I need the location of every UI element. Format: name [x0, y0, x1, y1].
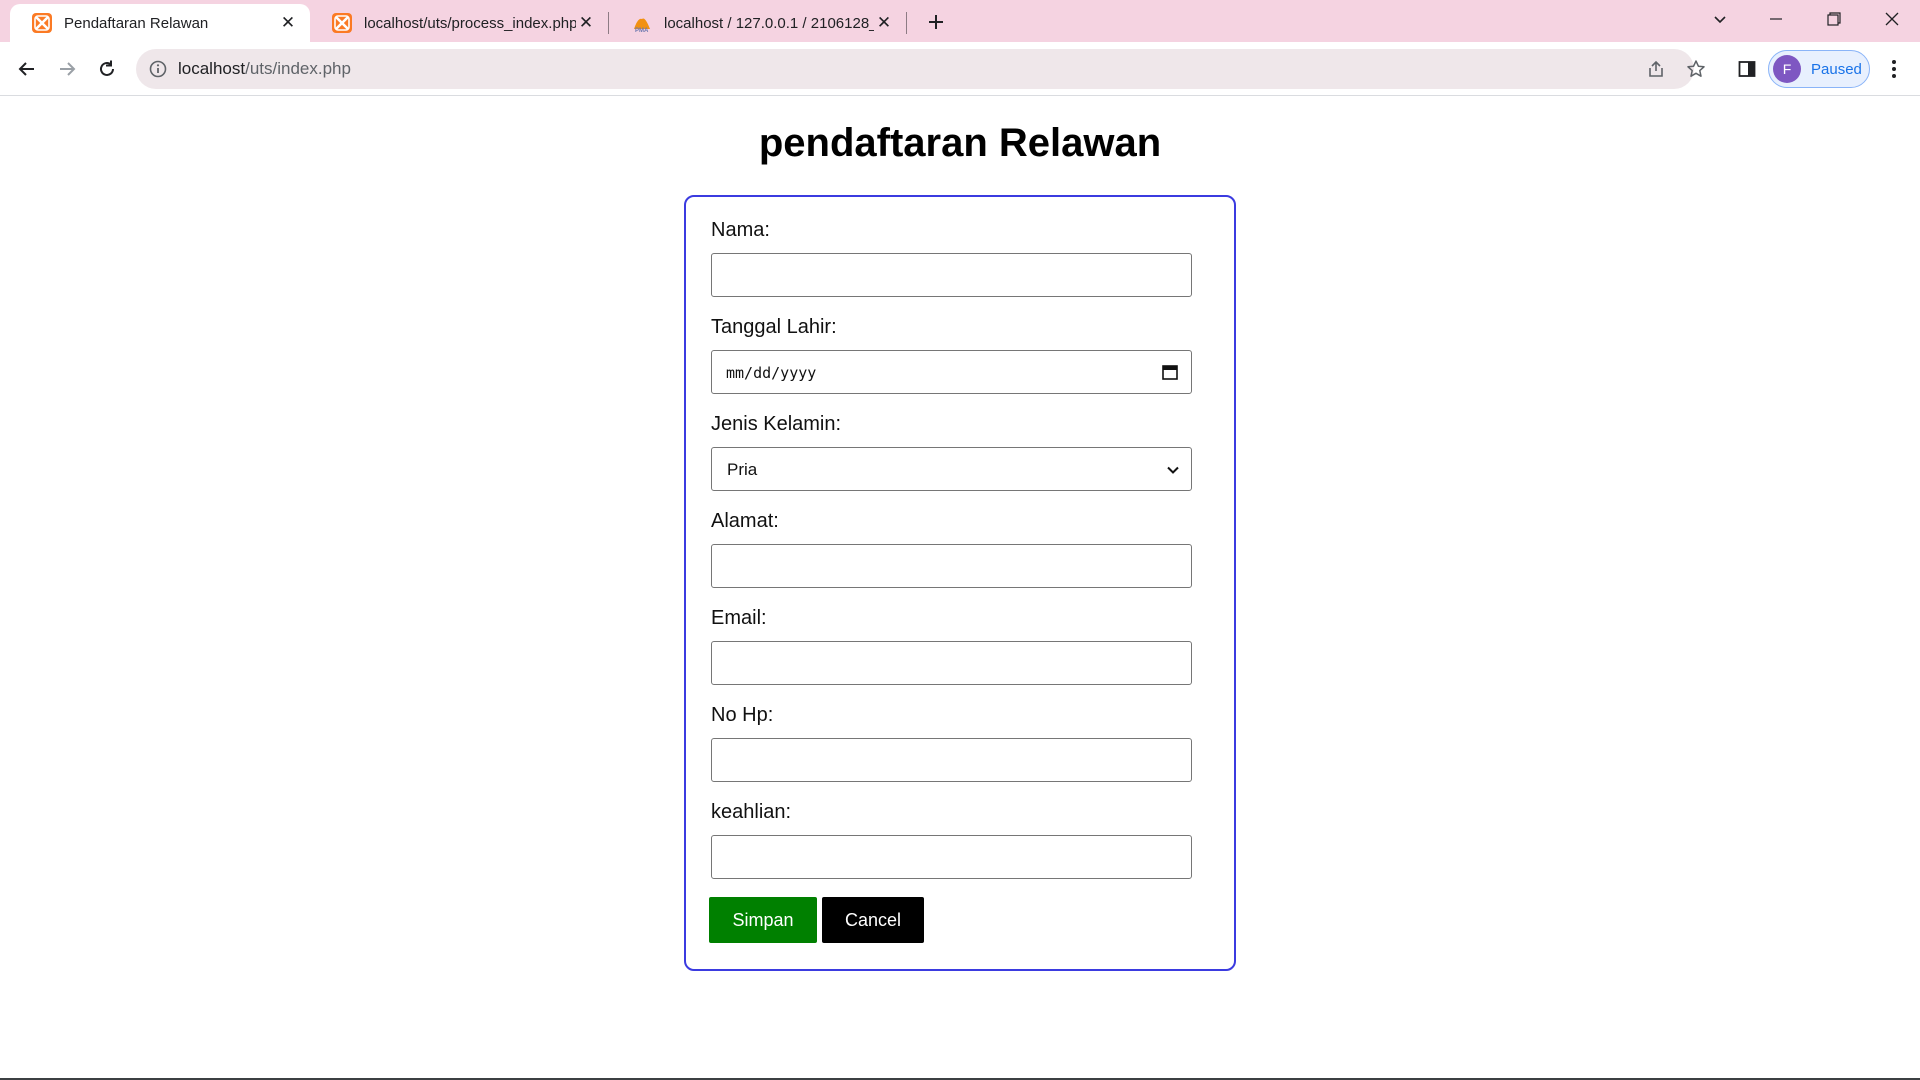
alamat-input[interactable]: [711, 544, 1192, 588]
arrow-right-icon: [60, 62, 76, 76]
tanggal-lahir-input[interactable]: mm/dd/yyyy: [711, 350, 1192, 394]
side-panel-button[interactable]: [1733, 55, 1761, 83]
minimize-icon: [1770, 18, 1782, 20]
date-placeholder: mm/dd/yyyy: [726, 364, 817, 382]
restore-button[interactable]: [1806, 0, 1862, 38]
cancel-button[interactable]: Cancel: [822, 897, 924, 943]
svg-text:PMA: PMA: [635, 28, 649, 33]
tab-title: localhost / 127.0.0.1 / 2106128_: [664, 14, 874, 32]
close-tab-icon[interactable]: ✕: [278, 13, 298, 33]
xampp-icon: [32, 13, 52, 33]
tab-title: localhost/uts/process_index.php: [364, 14, 576, 32]
share-icon: [1649, 60, 1663, 77]
chevron-down-icon: [1714, 16, 1726, 24]
tab-search-button[interactable]: [1692, 0, 1748, 38]
close-tab-icon[interactable]: ✕: [576, 13, 596, 33]
tab-title: Pendaftaran Relawan: [64, 14, 209, 32]
email-input[interactable]: [711, 641, 1192, 685]
info-icon[interactable]: [148, 59, 168, 79]
tab-phpmyadmin[interactable]: PMA localhost / 127.0.0.1 / 2106128_ ✕: [610, 4, 906, 42]
nama-input[interactable]: [711, 253, 1192, 297]
page-title: pendaftaran Relawan: [758, 121, 1162, 165]
no-hp-input[interactable]: [711, 738, 1192, 782]
url-text: localhost/uts/index.php: [178, 59, 351, 79]
keahlian-input[interactable]: [711, 835, 1192, 879]
restore-icon: [1827, 12, 1841, 26]
page-content: pendaftaran Relawan Nama: Tanggal Lahir:…: [0, 97, 1920, 1080]
more-options-icon[interactable]: [1880, 55, 1908, 83]
forward-button[interactable]: [51, 53, 83, 85]
simpan-button[interactable]: Simpan: [709, 897, 817, 943]
url-host: localhost: [178, 59, 246, 78]
tab-separator: [906, 12, 907, 34]
arrow-left-icon: [18, 62, 34, 76]
no-hp-label: No Hp:: [711, 704, 774, 726]
close-tab-icon[interactable]: ✕: [874, 13, 894, 33]
bookmark-button[interactable]: [1684, 57, 1708, 81]
reload-button[interactable]: [91, 53, 123, 85]
reload-icon: [100, 60, 114, 76]
tab-strip: Pendaftaran Relawan ✕ localhost/uts/proc…: [0, 0, 1920, 42]
chevron-down-icon: [1167, 466, 1179, 474]
profile-button[interactable]: F Paused: [1768, 50, 1870, 88]
plus-icon: [929, 15, 943, 29]
side-panel-icon: [1738, 61, 1756, 77]
tab-process-index[interactable]: localhost/uts/process_index.php ✕: [310, 4, 608, 42]
minimize-button[interactable]: [1748, 0, 1804, 38]
calendar-icon[interactable]: [1161, 363, 1179, 381]
xampp-icon: [332, 13, 352, 33]
phpmyadmin-icon: PMA: [634, 18, 650, 33]
close-window-button[interactable]: [1864, 0, 1920, 38]
address-bar[interactable]: localhost/uts/index.php: [136, 49, 1705, 89]
email-label: Email:: [711, 607, 767, 629]
jenis-kelamin-select[interactable]: Pria: [711, 447, 1192, 491]
browser-toolbar: localhost/uts/index.php F Paused: [0, 42, 1920, 96]
alamat-label: Alamat:: [711, 510, 779, 532]
tab-separator: [608, 12, 609, 34]
star-icon: [1687, 60, 1705, 77]
new-tab-button[interactable]: [922, 8, 950, 36]
close-icon: [1885, 12, 1899, 26]
profile-status: Paused: [1811, 60, 1862, 78]
url-path: /uts/index.php: [245, 59, 351, 78]
jenis-kelamin-label: Jenis Kelamin:: [711, 413, 842, 435]
registration-form: Nama: Tanggal Lahir: mm/dd/yyyy Jenis Ke…: [684, 195, 1236, 971]
tab-pendaftaran-relawan[interactable]: Pendaftaran Relawan ✕: [10, 4, 310, 42]
avatar: F: [1773, 55, 1801, 83]
keahlian-label: keahlian:: [711, 801, 792, 823]
tanggal-lahir-label: Tanggal Lahir:: [711, 316, 837, 338]
selected-option: Pria: [727, 460, 758, 479]
back-button[interactable]: [11, 53, 43, 85]
share-button[interactable]: [1644, 57, 1668, 81]
nama-label: Nama:: [711, 219, 770, 241]
